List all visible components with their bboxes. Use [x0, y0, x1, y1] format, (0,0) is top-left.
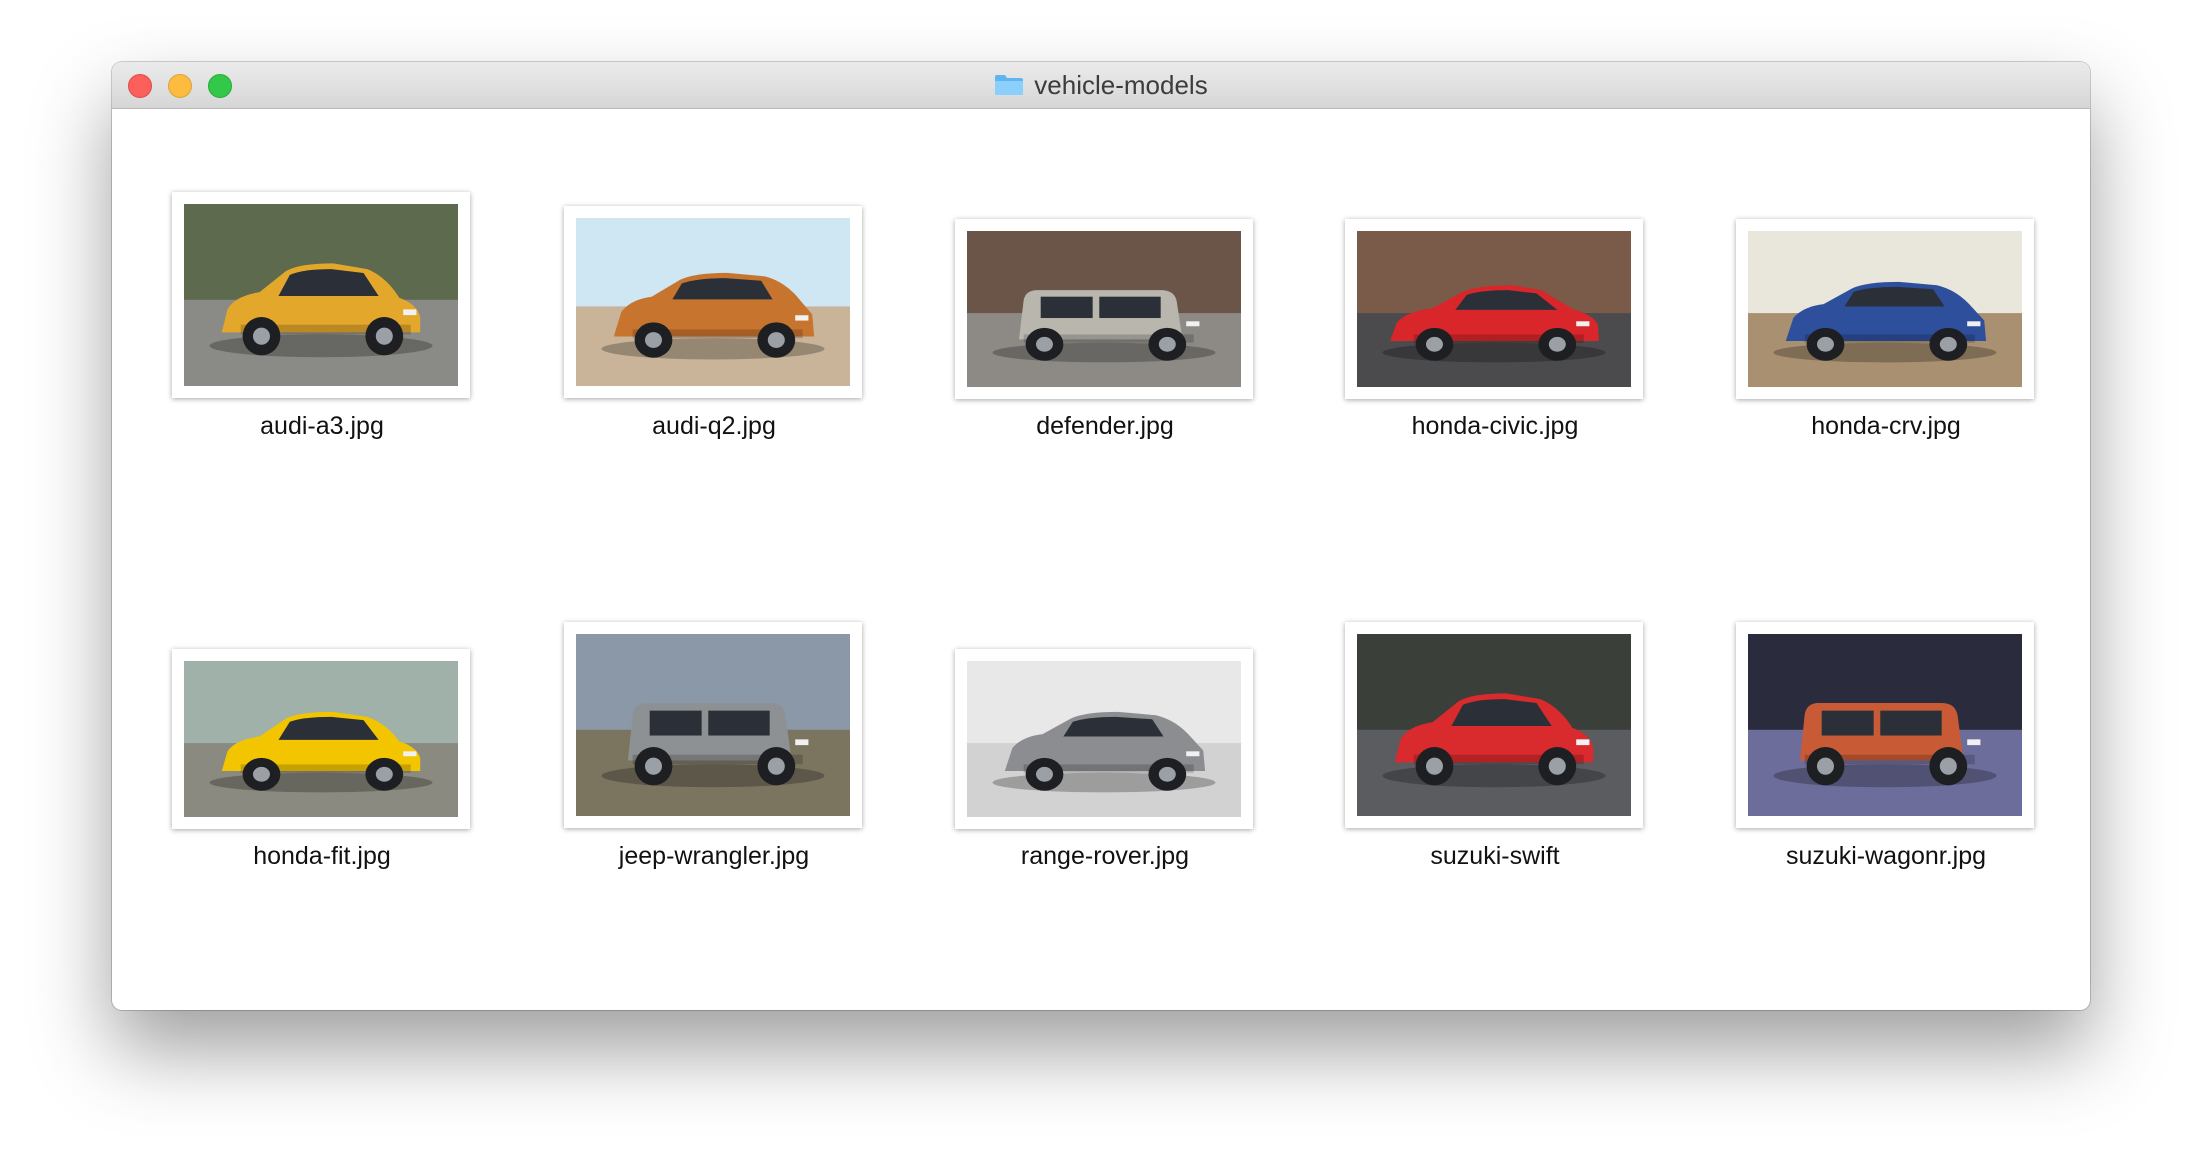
- car-photo: [184, 204, 458, 386]
- file-thumbnail[interactable]: [564, 206, 862, 398]
- car-photo: [967, 661, 1241, 817]
- car-photo: [184, 661, 458, 817]
- file-thumbnail[interactable]: [955, 219, 1253, 399]
- file-thumbnail[interactable]: [955, 649, 1253, 829]
- car-photo: [1357, 634, 1631, 816]
- file-name[interactable]: jeep-wrangler.jpg: [564, 842, 864, 871]
- file-thumbnail[interactable]: [1736, 622, 2034, 828]
- file-thumbnail[interactable]: [564, 622, 862, 828]
- car-photo: [576, 634, 850, 816]
- file-name[interactable]: suzuki-wagonr.jpg: [1736, 842, 2036, 871]
- car-photo: [967, 231, 1241, 387]
- car-photo: [576, 218, 850, 386]
- file-thumbnail[interactable]: [172, 192, 470, 398]
- file-name[interactable]: honda-civic.jpg: [1345, 412, 1645, 441]
- folder-icon: [995, 75, 1024, 95]
- file-thumbnail[interactable]: [172, 649, 470, 829]
- file-thumbnail[interactable]: [1345, 622, 1643, 828]
- file-name[interactable]: defender.jpg: [955, 412, 1255, 441]
- file-thumbnail[interactable]: [1345, 219, 1643, 399]
- file-name[interactable]: suzuki-swift: [1345, 842, 1645, 871]
- car-photo: [1748, 231, 2022, 387]
- file-name[interactable]: honda-crv.jpg: [1736, 412, 2036, 441]
- file-name[interactable]: audi-q2.jpg: [564, 412, 864, 441]
- finder-window: vehicle-models audi-a3.jpg audi-q2.jpg d…: [112, 62, 2090, 1010]
- file-thumbnail[interactable]: [1736, 219, 2034, 399]
- window-title: vehicle-models: [1034, 69, 1208, 100]
- file-name[interactable]: honda-fit.jpg: [172, 842, 472, 871]
- file-name[interactable]: range-rover.jpg: [955, 842, 1255, 871]
- car-photo: [1357, 231, 1631, 387]
- car-photo: [1748, 634, 2022, 816]
- file-name[interactable]: audi-a3.jpg: [172, 412, 472, 441]
- title-bar[interactable]: vehicle-models: [112, 62, 2090, 109]
